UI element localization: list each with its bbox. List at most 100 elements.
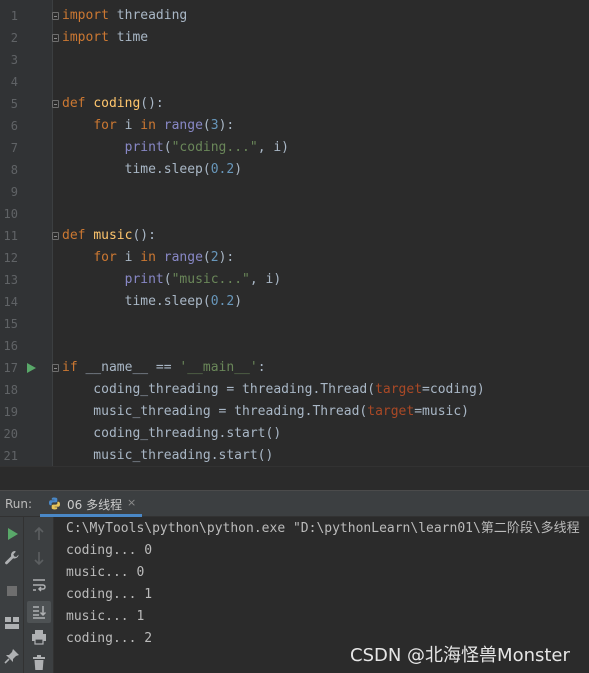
code-line[interactable]: 20 coding_threading.start() bbox=[0, 423, 589, 445]
arrow-down-icon[interactable] bbox=[30, 549, 48, 567]
line-number: 4 bbox=[10, 75, 18, 89]
arrow-up-icon[interactable] bbox=[30, 525, 48, 543]
stop-icon[interactable] bbox=[3, 582, 21, 600]
line-number: 14 bbox=[3, 295, 18, 309]
console-line: music... 0 bbox=[66, 565, 145, 580]
code-token: def bbox=[62, 96, 86, 111]
fold-marker-icon[interactable] bbox=[52, 12, 59, 20]
code-line[interactable]: 3 bbox=[0, 49, 589, 71]
code-line[interactable]: 18 coding_threading = threading.Thread(t… bbox=[0, 379, 589, 401]
code-text: def music(): bbox=[62, 225, 156, 247]
code-line[interactable]: 15 bbox=[0, 313, 589, 335]
code-line[interactable]: 17 if __name__ == '__main__': bbox=[0, 357, 589, 379]
code-line[interactable]: 19 music_threading = threading.Thread(ta… bbox=[0, 401, 589, 423]
code-token: for bbox=[93, 118, 117, 133]
soft-wrap-icon[interactable] bbox=[30, 576, 48, 594]
code-line[interactable]: 14 time.sleep(0.2) bbox=[0, 291, 589, 313]
line-number: 9 bbox=[10, 185, 18, 199]
code-token: coding_threading = threading.Thread( bbox=[62, 382, 376, 397]
code-line[interactable]: 8 time.sleep(0.2) bbox=[0, 159, 589, 181]
code-line[interactable]: 5 def coding(): bbox=[0, 93, 589, 115]
code-token: =music) bbox=[414, 404, 470, 419]
layout-icon[interactable] bbox=[3, 614, 21, 632]
run-toolbar-right bbox=[24, 517, 54, 673]
rerun-icon[interactable] bbox=[3, 525, 21, 543]
python-icon bbox=[49, 497, 60, 510]
trash-icon[interactable] bbox=[30, 654, 48, 672]
run-gutter-icon[interactable] bbox=[27, 363, 36, 373]
code-token: : bbox=[257, 360, 266, 375]
code-token: in bbox=[140, 250, 156, 265]
code-token: if bbox=[62, 360, 78, 375]
console-line: coding... 1 bbox=[66, 587, 153, 602]
line-number: 15 bbox=[3, 317, 18, 331]
code-token: ) bbox=[234, 162, 243, 177]
code-token: music bbox=[93, 228, 133, 243]
run-tab-title: 06 多线程 bbox=[67, 498, 123, 512]
wrench-icon[interactable] bbox=[3, 549, 21, 567]
fold-marker-icon[interactable] bbox=[52, 232, 59, 240]
code-line[interactable]: 13 print("music...", i) bbox=[0, 269, 589, 291]
code-line[interactable]: 4 bbox=[0, 71, 589, 93]
watermark: CSDN @北海怪兽Monster bbox=[350, 645, 570, 666]
code-line[interactable]: 16 bbox=[0, 335, 589, 357]
code-line[interactable]: 2 import time bbox=[0, 27, 589, 49]
code-token: music_threading.start() bbox=[62, 448, 274, 463]
line-number: 13 bbox=[3, 273, 18, 287]
code-line[interactable]: 10 bbox=[0, 203, 589, 225]
print-icon[interactable] bbox=[30, 628, 48, 646]
code-token: ( bbox=[202, 118, 211, 133]
pin-icon[interactable] bbox=[3, 647, 21, 665]
code-editor[interactable]: 1 import threading 2 import time 3 4 5 def codi… bbox=[0, 0, 589, 466]
code-token: __name__ == bbox=[77, 360, 180, 375]
code-text: import threading bbox=[62, 5, 187, 27]
fold-marker-icon[interactable] bbox=[52, 34, 59, 42]
code-line[interactable]: 12 for i in range(2): bbox=[0, 247, 589, 269]
code-line[interactable]: 6 for i in range(3): bbox=[0, 115, 589, 137]
close-icon[interactable]: × bbox=[127, 496, 136, 509]
line-number: 6 bbox=[10, 119, 18, 133]
code-token: i bbox=[116, 118, 141, 133]
line-number: 18 bbox=[3, 383, 18, 397]
code-token: target bbox=[375, 382, 423, 397]
console-line: coding... 2 bbox=[66, 631, 153, 646]
code-token: target bbox=[367, 404, 415, 419]
code-token: "music..." bbox=[171, 272, 250, 287]
code-token: , i) bbox=[249, 272, 282, 287]
code-token: (): bbox=[132, 228, 156, 243]
code-line[interactable]: 21 music_threading.start() bbox=[0, 445, 589, 466]
scroll-to-end-toggle[interactable] bbox=[27, 601, 51, 623]
code-text: if __name__ == '__main__': bbox=[62, 357, 266, 379]
line-number: 7 bbox=[10, 141, 18, 155]
run-config-tab[interactable]: 06 多线程 × bbox=[40, 491, 142, 517]
line-number: 5 bbox=[10, 97, 18, 111]
code-line[interactable]: 1 import threading bbox=[0, 5, 589, 27]
console-line: music... 1 bbox=[66, 609, 145, 624]
code-text: music_threading = threading.Thread(targe… bbox=[62, 401, 469, 423]
code-token: (): bbox=[140, 96, 164, 111]
fold-marker-icon[interactable] bbox=[52, 100, 59, 108]
code-token: coding_threading.start() bbox=[62, 426, 282, 441]
code-token: ) bbox=[234, 294, 243, 309]
code-token: print bbox=[124, 140, 164, 155]
code-text: for i in range(2): bbox=[62, 247, 234, 269]
code-token: def bbox=[62, 228, 86, 243]
code-text: def coding(): bbox=[62, 93, 164, 115]
code-text: time.sleep(0.2) bbox=[62, 159, 242, 181]
console-line: coding... 0 bbox=[66, 543, 153, 558]
code-text: print("music...", i) bbox=[62, 269, 282, 291]
code-line[interactable]: 7 print("coding...", i) bbox=[0, 137, 589, 159]
code-line[interactable]: 9 bbox=[0, 181, 589, 203]
code-token: ): bbox=[218, 118, 235, 133]
run-toolbar-left bbox=[0, 517, 24, 673]
code-text: coding_threading.start() bbox=[62, 423, 281, 445]
code-token: coding bbox=[93, 96, 141, 111]
code-token: =coding) bbox=[422, 382, 485, 397]
fold-marker-icon[interactable] bbox=[52, 364, 59, 372]
code-line[interactable]: 11 def music(): bbox=[0, 225, 589, 247]
editor-panel-divider[interactable] bbox=[0, 466, 589, 490]
